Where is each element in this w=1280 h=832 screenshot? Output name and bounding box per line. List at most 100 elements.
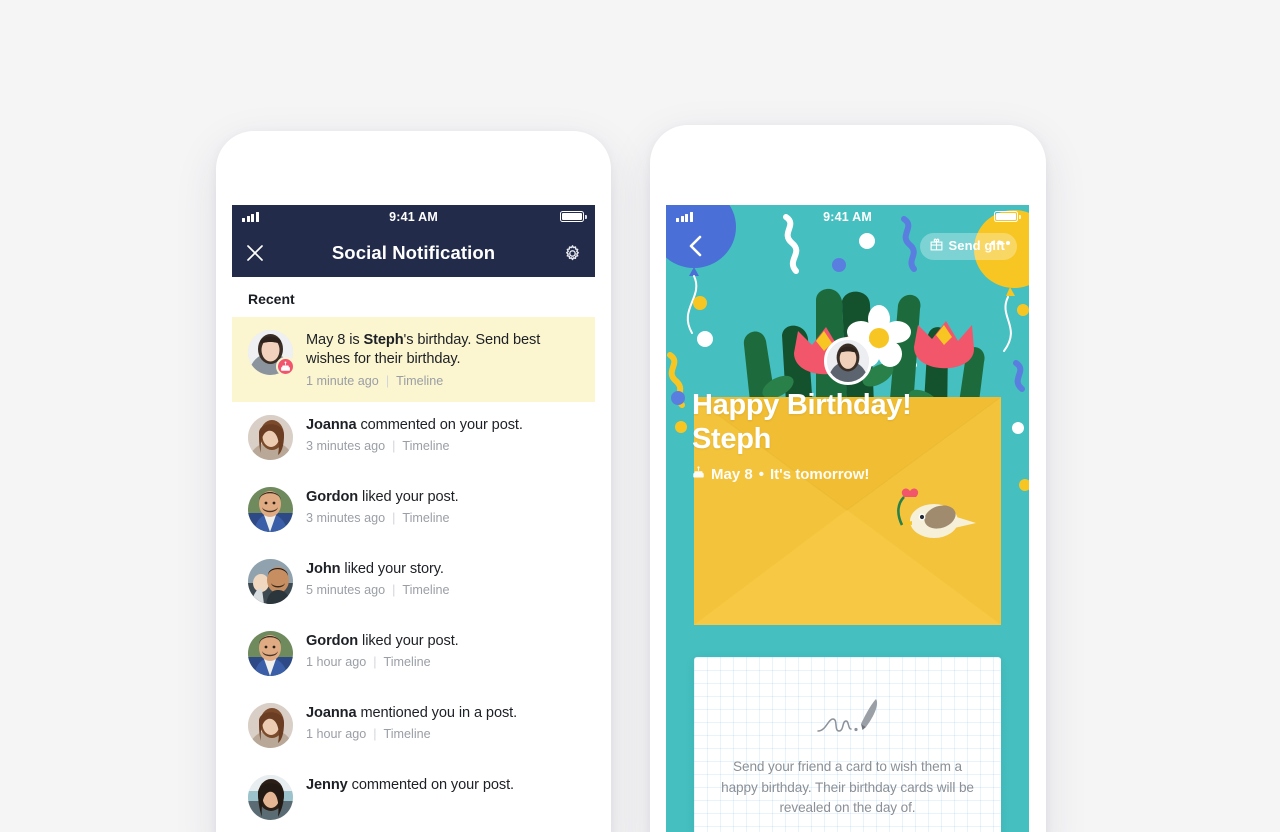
notification-actor-name: Joanna	[306, 705, 357, 721]
notification-text-suffix: commented on your post.	[348, 777, 514, 793]
avatar-wrapper	[248, 415, 293, 460]
notification-source[interactable]: Timeline	[384, 655, 431, 669]
avatar-gordon	[248, 487, 293, 532]
notification-text: Gordon liked your post.	[306, 488, 459, 507]
avatar-wrapper	[248, 559, 293, 604]
meta-separator: |	[392, 511, 395, 525]
more-dots-icon[interactable]	[991, 241, 1010, 245]
notification-row[interactable]: Gordon liked your post. 3 minutes ago | Tim…	[232, 474, 595, 546]
notification-text: May 8 is Steph's birthday. Send best wis…	[306, 331, 579, 370]
signature-pen-icon	[718, 693, 977, 741]
hero-date: May 8	[711, 466, 753, 483]
notification-actor-name: Joanna	[306, 417, 357, 433]
status-time: 9:41 AM	[389, 210, 438, 224]
avatar-wrapper	[248, 330, 293, 375]
meta-separator: |	[373, 655, 376, 669]
avatar-jenny	[248, 775, 293, 820]
hero-countdown: It's tomorrow!	[770, 466, 869, 483]
hero-date-row: May 8 • It's tomorrow!	[692, 466, 1003, 483]
meta-separator: |	[392, 583, 395, 597]
notification-body: Gordon liked your post. 3 minutes ago | Tim…	[306, 487, 459, 525]
notification-row[interactable]: Jenny commented on your post.	[232, 762, 595, 832]
left-phone-frame: 9:41 AM Social Notification Recent May 8…	[216, 131, 611, 832]
notification-timestamp: 1 hour ago	[306, 727, 366, 741]
notification-text-prefix: May 8 is	[306, 332, 364, 348]
notification-body: John liked your story. 5 minutes ago | Time…	[306, 559, 450, 597]
avatar-wrapper	[248, 487, 293, 532]
notification-source[interactable]: Timeline	[402, 439, 449, 453]
page-title: Social Notification	[332, 242, 495, 264]
notification-row[interactable]: Joanna commented on your post. 3 minutes …	[232, 402, 595, 474]
meta-separator: |	[386, 374, 389, 388]
notification-actor-name: Jenny	[306, 777, 348, 793]
notification-text: Gordon liked your post.	[306, 632, 459, 651]
right-phone-frame: 9:41 AM Send gift	[650, 125, 1046, 832]
hero-caption: Happy Birthday! Steph May 8 • It's tomor…	[666, 388, 1029, 483]
write-card-panel[interactable]: Send your friend a card to wish them a h…	[694, 657, 1001, 832]
notification-timestamp: 3 minutes ago	[306, 511, 385, 525]
notification-body: May 8 is Steph's birthday. Send best wis…	[306, 330, 579, 388]
meta-separator: |	[373, 727, 376, 741]
write-card-description: Send your friend a card to wish them a h…	[718, 757, 977, 819]
notification-source[interactable]: Timeline	[402, 511, 449, 525]
notification-meta: 1 hour ago | Timeline	[306, 655, 459, 669]
avatar-joanna	[248, 703, 293, 748]
notification-list[interactable]: Recent May 8 is Steph's birthday. Send b…	[232, 277, 595, 832]
notification-text-suffix: commented on your post.	[357, 417, 523, 433]
notification-row[interactable]: Gordon liked your post. 1 hour ago | Timeli…	[232, 618, 595, 690]
avatar-wrapper	[248, 703, 293, 748]
notification-meta: 5 minutes ago | Timeline	[306, 583, 450, 597]
section-label: Recent	[232, 277, 595, 317]
hero-actions: Send gift	[678, 232, 1017, 260]
notification-row[interactable]: May 8 is Steph's birthday. Send best wis…	[232, 317, 595, 402]
notification-text-suffix: mentioned you in a post.	[357, 705, 518, 721]
notification-text-suffix: liked your post.	[358, 633, 459, 649]
notification-timestamp: 1 minute ago	[306, 374, 379, 388]
hero-separator: •	[759, 466, 764, 483]
notification-body: Jenny commented on your post.	[306, 775, 514, 795]
cake-icon	[276, 357, 295, 376]
gift-icon	[930, 238, 943, 254]
right-phone-screen: 9:41 AM Send gift	[666, 205, 1029, 832]
avatar-wrapper	[248, 631, 293, 676]
notification-meta: 3 minutes ago | Timeline	[306, 511, 459, 525]
close-icon[interactable]	[242, 240, 268, 266]
notification-text: Jenny commented on your post.	[306, 776, 514, 795]
notification-body: Joanna mentioned you in a post. 1 hour ag…	[306, 703, 517, 741]
battery-icon	[560, 211, 584, 222]
notification-source[interactable]: Timeline	[396, 374, 443, 388]
notification-actor-name: Gordon	[306, 633, 358, 649]
send-gift-button[interactable]: Send gift	[920, 233, 1017, 260]
notification-actor-name: Gordon	[306, 489, 358, 505]
notification-row[interactable]: John liked your story. 5 minutes ago | Time…	[232, 546, 595, 618]
signal-bars-icon	[676, 212, 693, 222]
notification-row[interactable]: Joanna mentioned you in a post. 1 hour ag…	[232, 690, 595, 762]
avatar-john	[248, 559, 293, 604]
notification-text: Joanna commented on your post.	[306, 416, 523, 435]
notification-source[interactable]: Timeline	[402, 583, 449, 597]
avatar-joanna	[248, 415, 293, 460]
left-phone-screen: 9:41 AM Social Notification Recent May 8…	[232, 205, 595, 832]
notification-source[interactable]: Timeline	[384, 727, 431, 741]
notification-meta: 1 hour ago | Timeline	[306, 727, 517, 741]
left-navbar-container: 9:41 AM Social Notification	[232, 205, 595, 277]
notification-text-suffix: liked your post.	[358, 489, 459, 505]
hero-greeting: Happy Birthday!	[692, 389, 911, 421]
hero-recipient: Steph	[692, 423, 771, 455]
navbar: Social Notification	[232, 229, 595, 277]
notification-timestamp: 3 minutes ago	[306, 439, 385, 453]
avatar-gordon	[248, 631, 293, 676]
avatar	[824, 337, 872, 385]
battery-icon	[994, 211, 1018, 222]
notification-text: John liked your story.	[306, 560, 450, 579]
gear-icon[interactable]	[559, 240, 585, 266]
notification-actor-name: Steph	[364, 332, 404, 348]
cake-icon	[692, 466, 705, 483]
signal-bars-icon	[242, 212, 259, 222]
notification-body: Gordon liked your post. 1 hour ago | Timeli…	[306, 631, 459, 669]
avatar-wrapper	[248, 775, 293, 820]
notification-timestamp: 1 hour ago	[306, 655, 366, 669]
notification-text-suffix: liked your story.	[340, 561, 443, 577]
notification-timestamp: 5 minutes ago	[306, 583, 385, 597]
notification-meta: 1 minute ago | Timeline	[306, 374, 579, 388]
